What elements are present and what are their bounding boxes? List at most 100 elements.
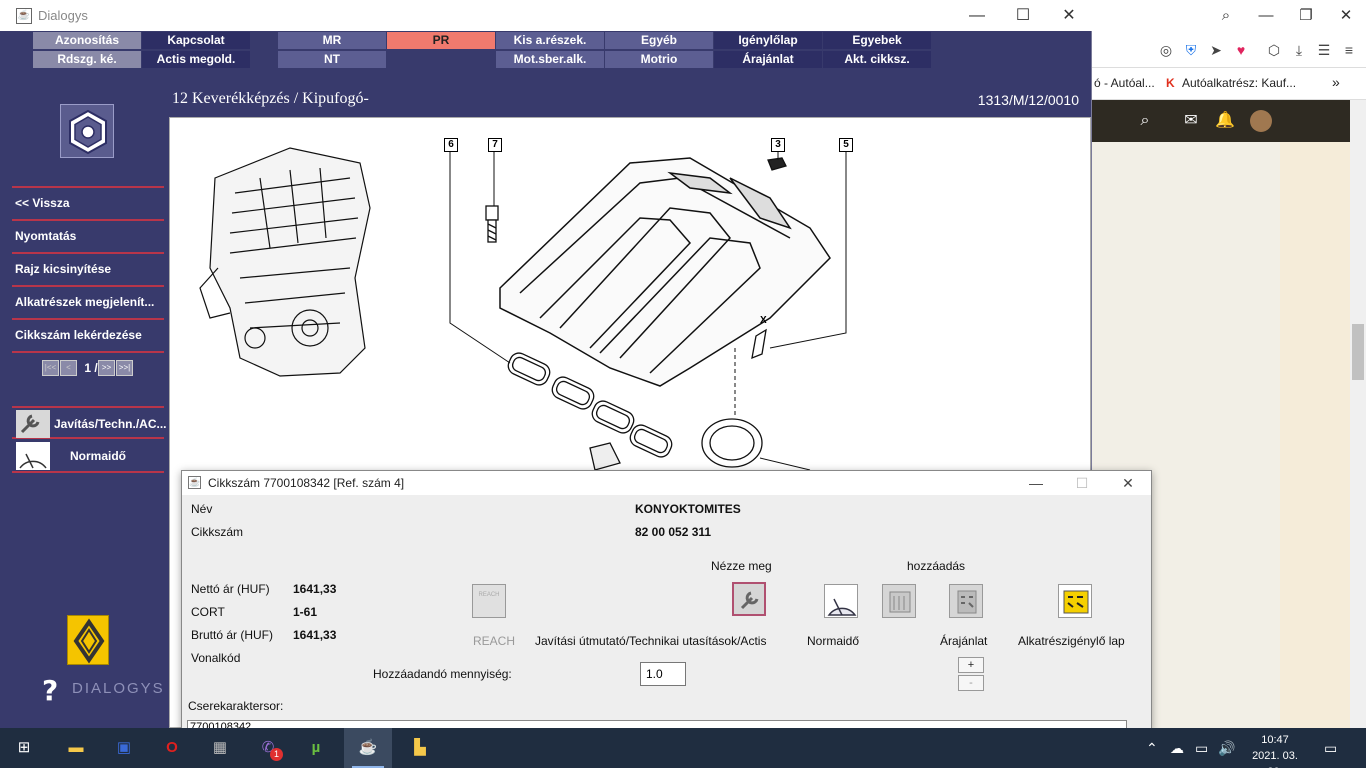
calculator-icon [1063,590,1089,614]
folder-icon [889,591,911,613]
browser-scrollbar[interactable] [1350,100,1366,728]
tool-normaido[interactable]: Normaidő [12,440,164,473]
pager-prev-button[interactable]: < [60,360,77,376]
menu-arajanlat[interactable]: Árajánlat [714,51,822,68]
search-icon[interactable]: ⌕ [1134,110,1156,132]
bell-icon[interactable]: 🔔 [1214,110,1236,132]
close-button[interactable]: ✕ [1046,2,1092,29]
quantity-minus-button[interactable]: - [958,675,984,691]
norm-time-label: Normaidő [807,634,860,648]
bookmark-favicon-icon: K [1166,76,1175,90]
menu-igenylolap[interactable]: Igénylőlap [714,32,822,49]
menu-pr[interactable]: PR [387,32,495,49]
menu-icon[interactable]: ≡ [1339,40,1359,60]
floppy-icon: ▣ [116,739,132,756]
menu-egyebek[interactable]: Egyebek [823,32,931,49]
norm-time-button[interactable] [824,584,858,618]
file-icon: ▙ [414,739,426,756]
start-button[interactable]: ⊞ [0,728,48,768]
sidebar-item-kicsinyites[interactable]: Rajz kicsinyítése [12,252,164,285]
pager-first-button[interactable]: |<< [42,360,59,376]
pager-next-button[interactable]: >> [98,360,115,376]
send-icon[interactable]: ➤ [1206,40,1226,60]
ref-marker[interactable]: 7 [488,138,502,152]
scrollbar-thumb[interactable] [1352,324,1364,380]
add-label: hozzáadás [907,559,966,573]
quote-button[interactable] [949,584,983,618]
chevron-up-icon[interactable]: ⌃ [1146,738,1158,758]
dialog-close-button[interactable]: ✕ [1105,471,1151,495]
search-icon[interactable]: ⌕ [1216,6,1236,26]
menu-kapcsolat[interactable]: Kapcsolat [142,32,250,49]
taskbar-utorrent[interactable]: µ [292,728,340,768]
ref-marker[interactable]: 6 [444,138,458,152]
menu-kis-reszek[interactable]: Kis a.részek. [496,32,604,49]
repair-guide-label: Javítási útmutató/Technikai utasítások/A… [535,634,767,648]
shield-icon[interactable]: ⛨ [1181,40,1201,60]
battery-icon[interactable]: ▭ [1195,738,1208,758]
taskbar-opera[interactable]: O [148,728,196,768]
download-icon[interactable]: ⤓ [1289,40,1309,60]
clock-time: 10:47 [1261,734,1289,746]
notification-icon[interactable]: ▭ [1324,738,1337,758]
close-icon[interactable]: ✕ [1336,6,1356,26]
tool-javitas[interactable]: Javítás/Techn./AC... [12,406,167,439]
sidebar-item-vissza[interactable]: << Vissza [12,186,164,219]
java-app-icon: ☕ [16,8,32,24]
mail-icon[interactable]: ✉ [1180,110,1202,132]
repair-guide-button[interactable] [732,582,766,616]
menu-rdszg[interactable]: Rdszg. ké. [33,51,141,68]
dialog-minimize-button[interactable]: — [1013,471,1059,495]
menu-mot-sber[interactable]: Mot.sber.alk. [496,51,604,68]
ref-marker[interactable]: 3 [771,138,785,152]
ref-marker[interactable]: 5 [839,138,853,152]
bookmarks-icon[interactable]: ☰ [1314,40,1334,60]
restore-icon[interactable]: ❐ [1296,6,1316,26]
pager-last-button[interactable]: >>| [116,360,133,376]
cloud-icon[interactable]: ☁ [1170,738,1184,758]
maximize-button[interactable]: ☐ [1000,2,1046,29]
minimize-icon[interactable]: — [1256,6,1276,26]
taskbar-calculator[interactable]: ▦ [196,728,244,768]
sidebar-item-nyomtatas[interactable]: Nyomtatás [12,219,164,252]
barcode-label: Vonalkód [191,651,241,665]
taskbar-files[interactable]: ▙ [396,728,444,768]
menu-motrio[interactable]: Motrio [605,51,713,68]
taskbar-explorer[interactable]: ▬ [52,728,100,768]
avatar[interactable] [1250,110,1272,132]
sidebar-item-alkatreszek[interactable]: Alkatrészek megjelenít... [12,285,164,318]
taskbar-save-app[interactable]: ▣ [100,728,148,768]
menu-nt[interactable]: NT [278,51,386,68]
help-icon[interactable]: ? [42,674,58,707]
quantity-input[interactable]: 1.0 [640,662,686,686]
taskbar-java-app[interactable]: ☕ [344,728,392,768]
cube-icon[interactable]: ⬡ [1264,40,1284,60]
cort-label: CORT [191,605,225,619]
quote-label: Árajánlat [940,634,988,648]
calculator-icon: ▦ [212,739,228,756]
menu-mr[interactable]: MR [278,32,386,49]
volume-icon[interactable]: 🔊 [1218,738,1235,758]
document-button[interactable] [882,584,916,618]
menu-egyeb[interactable]: Egyéb [605,32,713,49]
menu-akt-cikksz[interactable]: Akt. cikksz. [823,51,931,68]
camera-icon[interactable]: ◎ [1156,40,1176,60]
heart-icon[interactable]: ♥ [1231,40,1251,60]
part-number-value: 82 00 052 311 [635,525,712,539]
minimize-button[interactable]: — [954,2,1000,29]
tool-javitas-label: Javítás/Techn./AC... [54,417,167,431]
system-clock[interactable]: 10:47 2021. 03. 20. [1244,732,1306,768]
dialog-title: Cikkszám 7700108342 [Ref. szám 4] [208,476,405,490]
bookmark-item[interactable]: Autóalkatrész: Kauf... [1182,76,1296,90]
request-sheet-button[interactable] [1058,584,1092,618]
notification-badge: 1 [270,748,283,761]
menu-actis[interactable]: Actis megold. [142,51,250,68]
bookmarks-more-button[interactable]: » [1332,74,1340,90]
taskbar-viber[interactable]: ✆ 1 [244,728,292,768]
reach-button[interactable]: REACH [472,584,506,618]
menu-azonositas[interactable]: Azonosítás [33,32,141,49]
quantity-label: Hozzáadandó mennyiség: [373,667,512,681]
bookmark-item[interactable]: ó - Autóal... [1094,76,1155,90]
quantity-plus-button[interactable]: + [958,657,984,673]
sidebar-item-cikkszam[interactable]: Cikkszám lekérdezése [12,318,164,351]
